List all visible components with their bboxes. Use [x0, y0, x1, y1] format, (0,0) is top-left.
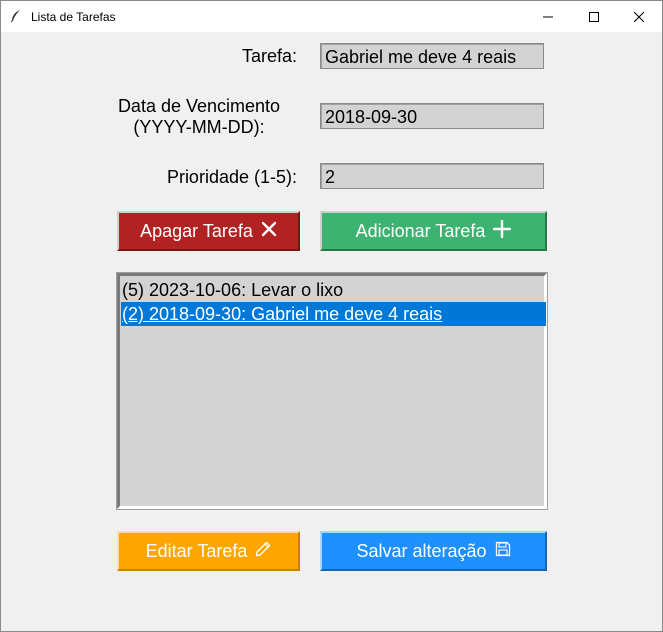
list-item[interactable]: (5) 2023-10-06: Levar o lixo: [121, 278, 546, 302]
list-item-selected[interactable]: (2) 2018-09-30: Gabriel me deve 4 reais: [121, 302, 546, 326]
title-bar[interactable]: Lista de Tarefas: [1, 1, 662, 32]
save-changes-button[interactable]: Salvar alteração: [320, 531, 547, 571]
add-task-label: Adicionar Tarefa: [355, 220, 486, 241]
x-icon: [261, 221, 277, 242]
task-list[interactable]: (5) 2023-10-06: Levar o lixo (2) 2018-09…: [116, 272, 548, 510]
task-input[interactable]: Gabriel me deve 4 reais: [320, 43, 544, 69]
edit-task-button[interactable]: Editar Tarefa: [117, 531, 300, 571]
close-button[interactable]: [616, 1, 662, 32]
priority-input[interactable]: 2: [320, 163, 544, 189]
due-date-label: Data de Vencimento (YYYY-MM-DD):: [101, 96, 297, 138]
due-date-label-line2: (YYYY-MM-DD):: [133, 117, 265, 137]
maximize-button[interactable]: [571, 1, 617, 32]
window-title: Lista de Tarefas: [31, 10, 116, 24]
feather-icon: [9, 9, 23, 23]
add-task-button[interactable]: Adicionar Tarefa: [320, 211, 547, 251]
plus-icon: [493, 219, 512, 243]
edit-task-label: Editar Tarefa: [145, 540, 248, 561]
priority-label: Prioridade (1-5):: [166, 167, 297, 187]
delete-task-button[interactable]: Apagar Tarefa: [117, 211, 300, 251]
floppy-disk-icon: [495, 541, 511, 562]
save-changes-label: Salvar alteração: [356, 540, 487, 561]
pencil-icon: [255, 541, 271, 562]
app-window: Lista de Tarefas Tarefa: Gabriel me deve…: [0, 0, 663, 632]
close-icon: [634, 11, 644, 22]
due-date-label-line1: Data de Vencimento: [117, 96, 281, 116]
task-label: Tarefa:: [241, 46, 297, 66]
due-date-input[interactable]: 2018-09-30: [320, 103, 544, 129]
minimize-icon: [543, 12, 553, 22]
delete-task-label: Apagar Tarefa: [140, 220, 253, 241]
minimize-button[interactable]: [525, 1, 571, 32]
maximize-icon: [589, 11, 599, 22]
